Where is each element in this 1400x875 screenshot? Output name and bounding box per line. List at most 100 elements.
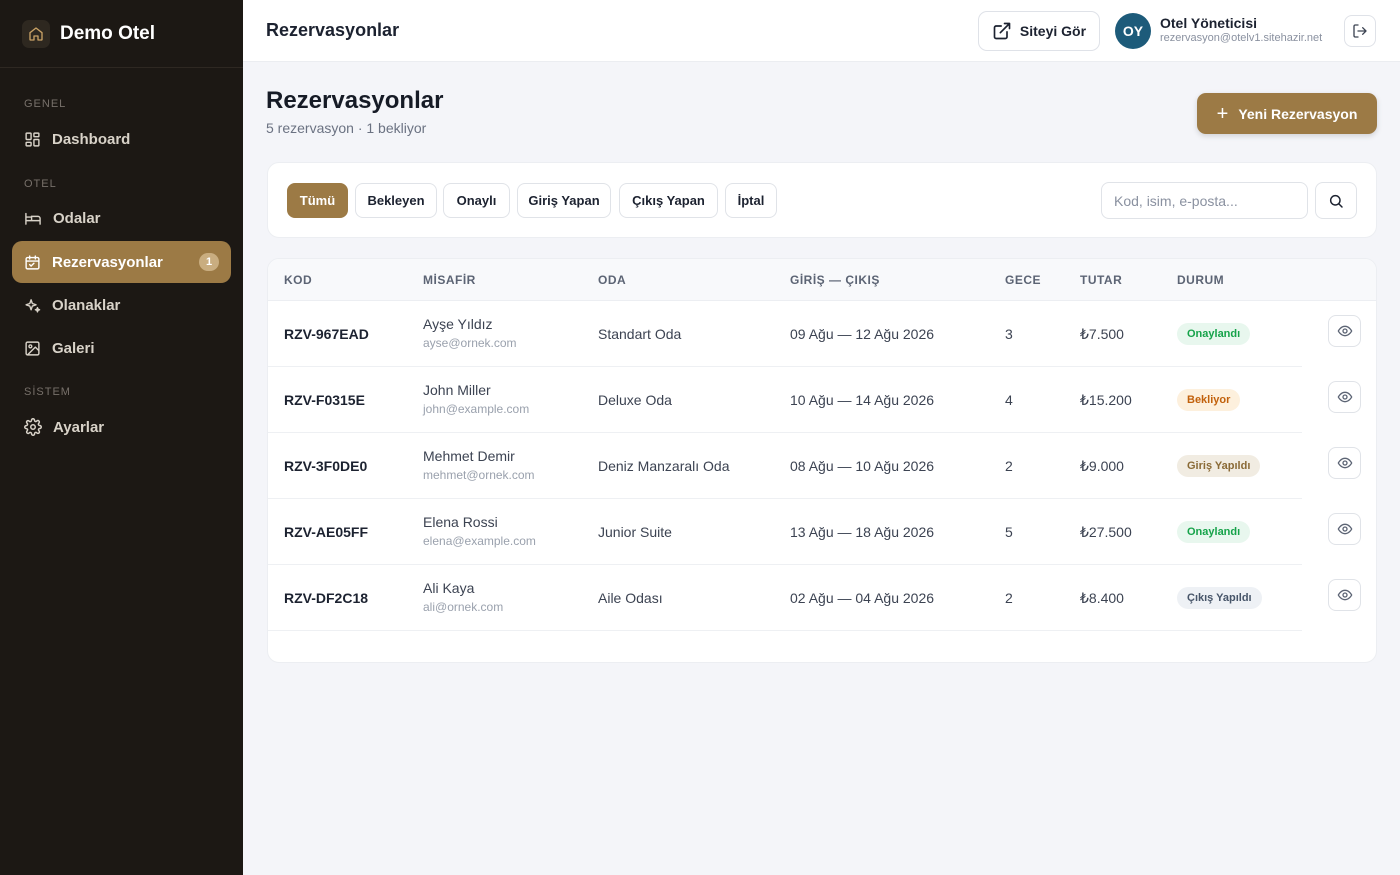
guest-name: Elena Rossi: [423, 514, 498, 530]
view-site-button[interactable]: Siteyi Gör: [978, 11, 1100, 51]
stay-dates: 08 Ağu — 10 Ağu 2026: [790, 458, 935, 474]
filter-checked-in[interactable]: Giriş Yapan: [517, 183, 611, 218]
filter-checked-out[interactable]: Çıkış Yapan: [619, 183, 718, 218]
filter-cancelled[interactable]: İptal: [725, 183, 777, 218]
gear-icon: [24, 418, 42, 436]
guest-email: ali@ornek.com: [423, 600, 504, 614]
bed-icon: [25, 212, 41, 225]
sidebar-item-dashboard[interactable]: Dashboard: [12, 118, 231, 160]
amount: ₺15.200: [1080, 392, 1132, 408]
eye-icon: [1337, 521, 1353, 537]
filter-pending[interactable]: Bekleyen: [355, 183, 437, 218]
logout-button[interactable]: [1344, 15, 1376, 47]
reservations-table: KOD MİSAFİR ODA GİRİŞ — ÇIKIŞ GECE TUTAR…: [267, 258, 1377, 663]
table-row[interactable]: RZV-967EAD Ayşe Yıldız ayse@ornek.com Stand…: [268, 301, 1376, 367]
view-reservation-button[interactable]: [1328, 381, 1361, 413]
user-email: rezervasyon@otelv1.sitehazir.net: [1160, 32, 1323, 44]
column-header-nights[interactable]: GECE: [1005, 273, 1041, 287]
guest-cell: John Miller john@example.com: [423, 382, 529, 416]
nav-section-system: SİSTEM: [24, 386, 71, 398]
column-header-amount[interactable]: TUTAR: [1080, 273, 1122, 287]
logout-icon: [1353, 24, 1367, 38]
column-header-code[interactable]: KOD: [284, 273, 312, 287]
sidebar-item-label: Odalar: [53, 209, 101, 227]
dashboard-icon: [25, 131, 40, 147]
sidebar-item-label: Ayarlar: [53, 418, 105, 436]
stay-dates: 09 Ağu — 12 Ağu 2026: [790, 326, 935, 342]
reservation-code: RZV-967EAD: [284, 326, 369, 342]
guest-cell: Mehmet Demir mehmet@ornek.com: [423, 448, 535, 482]
guest-email: mehmet@ornek.com: [423, 468, 535, 482]
status-badge-checked-in: Giriş Yapıldı: [1177, 455, 1261, 477]
new-reservation-label: Yeni Rezervasyon: [1238, 105, 1358, 122]
view-site-label: Siteyi Gör: [1019, 23, 1087, 39]
amount: ₺8.400: [1080, 590, 1124, 606]
filter-all[interactable]: Tümü: [287, 183, 348, 218]
room-name: Junior Suite: [598, 524, 672, 540]
view-reservation-button[interactable]: [1328, 579, 1361, 611]
sidebar-item-amenities[interactable]: Olanaklar: [12, 284, 231, 326]
guest-cell: Ayşe Yıldız ayse@ornek.com: [423, 316, 517, 350]
eye-icon: [1337, 587, 1353, 603]
sidebar-item-gallery[interactable]: Galeri: [12, 327, 231, 369]
eye-icon: [1337, 323, 1353, 339]
topbar-title: Rezervasyonlar: [266, 20, 400, 40]
sidebar-item-label: Galeri: [52, 339, 95, 357]
topbar: Rezervasyonlar Siteyi Gör OY Otel Yöneti…: [243, 0, 1400, 62]
pending-count-badge: 1: [199, 253, 219, 271]
table-row[interactable]: RZV-DF2C18 Ali Kaya ali@ornek.com Aile Odas…: [268, 565, 1376, 631]
room-name: Aile Odası: [598, 590, 663, 606]
amount: ₺7.500: [1080, 326, 1124, 342]
new-reservation-button[interactable]: + Yeni Rezervasyon: [1197, 93, 1377, 134]
brand[interactable]: Demo Otel: [0, 0, 243, 68]
row-divider: [268, 630, 1302, 631]
filter-confirmed[interactable]: Onaylı: [443, 183, 510, 218]
nav-section-hotel: OTEL: [24, 178, 57, 190]
search-button[interactable]: [1315, 182, 1357, 219]
search-input[interactable]: Kod, isim, e-posta...: [1101, 182, 1308, 219]
view-reservation-button[interactable]: [1328, 447, 1361, 479]
column-header-status[interactable]: DURUM: [1177, 273, 1224, 287]
column-header-dates[interactable]: GİRİŞ — ÇIKIŞ: [790, 273, 880, 287]
page-title: Rezervasyonlar: [266, 87, 444, 114]
sidebar-item-label: Olanaklar: [52, 296, 121, 314]
table-row[interactable]: RZV-F0315E John Miller john@example.com Del…: [268, 367, 1376, 433]
table-row[interactable]: RZV-AE05FF Elena Rossi elena@example.com Ju…: [268, 499, 1376, 565]
sidebar-item-settings[interactable]: Ayarlar: [12, 406, 231, 448]
brand-name: Demo Otel: [60, 22, 156, 44]
stay-dates: 10 Ağu — 14 Ağu 2026: [790, 392, 935, 408]
guest-name: Ali Kaya: [423, 580, 475, 596]
page-subtitle: 5 rezervasyon · 1 bekliyor: [266, 120, 427, 136]
amount: ₺9.000: [1080, 458, 1124, 474]
user-name: Otel Yöneticisi: [1160, 15, 1257, 31]
calendar-icon: [25, 254, 40, 270]
guest-name: Mehmet Demir: [423, 448, 515, 464]
guest-email: john@example.com: [423, 402, 530, 416]
eye-icon: [1337, 389, 1353, 405]
nav-section-general: GENEL: [24, 98, 67, 110]
nights-count: 2: [1005, 590, 1013, 606]
sidebar-item-rooms[interactable]: Odalar: [12, 197, 231, 239]
guest-name: Ayşe Yıldız: [423, 316, 493, 332]
guest-name: John Miller: [423, 382, 491, 398]
view-reservation-button[interactable]: [1328, 315, 1361, 347]
room-name: Deniz Manzaralı Oda: [598, 458, 730, 474]
eye-icon: [1337, 455, 1353, 471]
view-reservation-button[interactable]: [1328, 513, 1361, 545]
guest-cell: Ali Kaya ali@ornek.com: [423, 580, 503, 614]
sidebar-item-label: Rezervasyonlar: [52, 253, 163, 271]
amount: ₺27.500: [1080, 524, 1132, 540]
nights-count: 4: [1005, 392, 1013, 408]
avatar[interactable]: OY: [1115, 13, 1151, 49]
status-badge-checked-out: Çıkış Yapıldı: [1177, 587, 1262, 609]
table-row[interactable]: RZV-3F0DE0 Mehmet Demir mehmet@ornek.com De…: [268, 433, 1376, 499]
reservation-code: RZV-DF2C18: [284, 590, 369, 606]
column-header-room[interactable]: ODA: [598, 273, 626, 287]
plus-icon: +: [1216, 102, 1229, 125]
filter-bar: Tümü Bekleyen Onaylı Giriş Yapan Çıkış Y…: [267, 162, 1377, 238]
sidebar-item-reservations[interactable]: Rezervasyonlar 1: [12, 241, 231, 283]
nights-count: 3: [1005, 326, 1013, 342]
column-header-guest[interactable]: MİSAFİR: [423, 273, 476, 287]
reservation-code: RZV-AE05FF: [284, 524, 369, 540]
room-name: Deluxe Oda: [598, 392, 672, 408]
